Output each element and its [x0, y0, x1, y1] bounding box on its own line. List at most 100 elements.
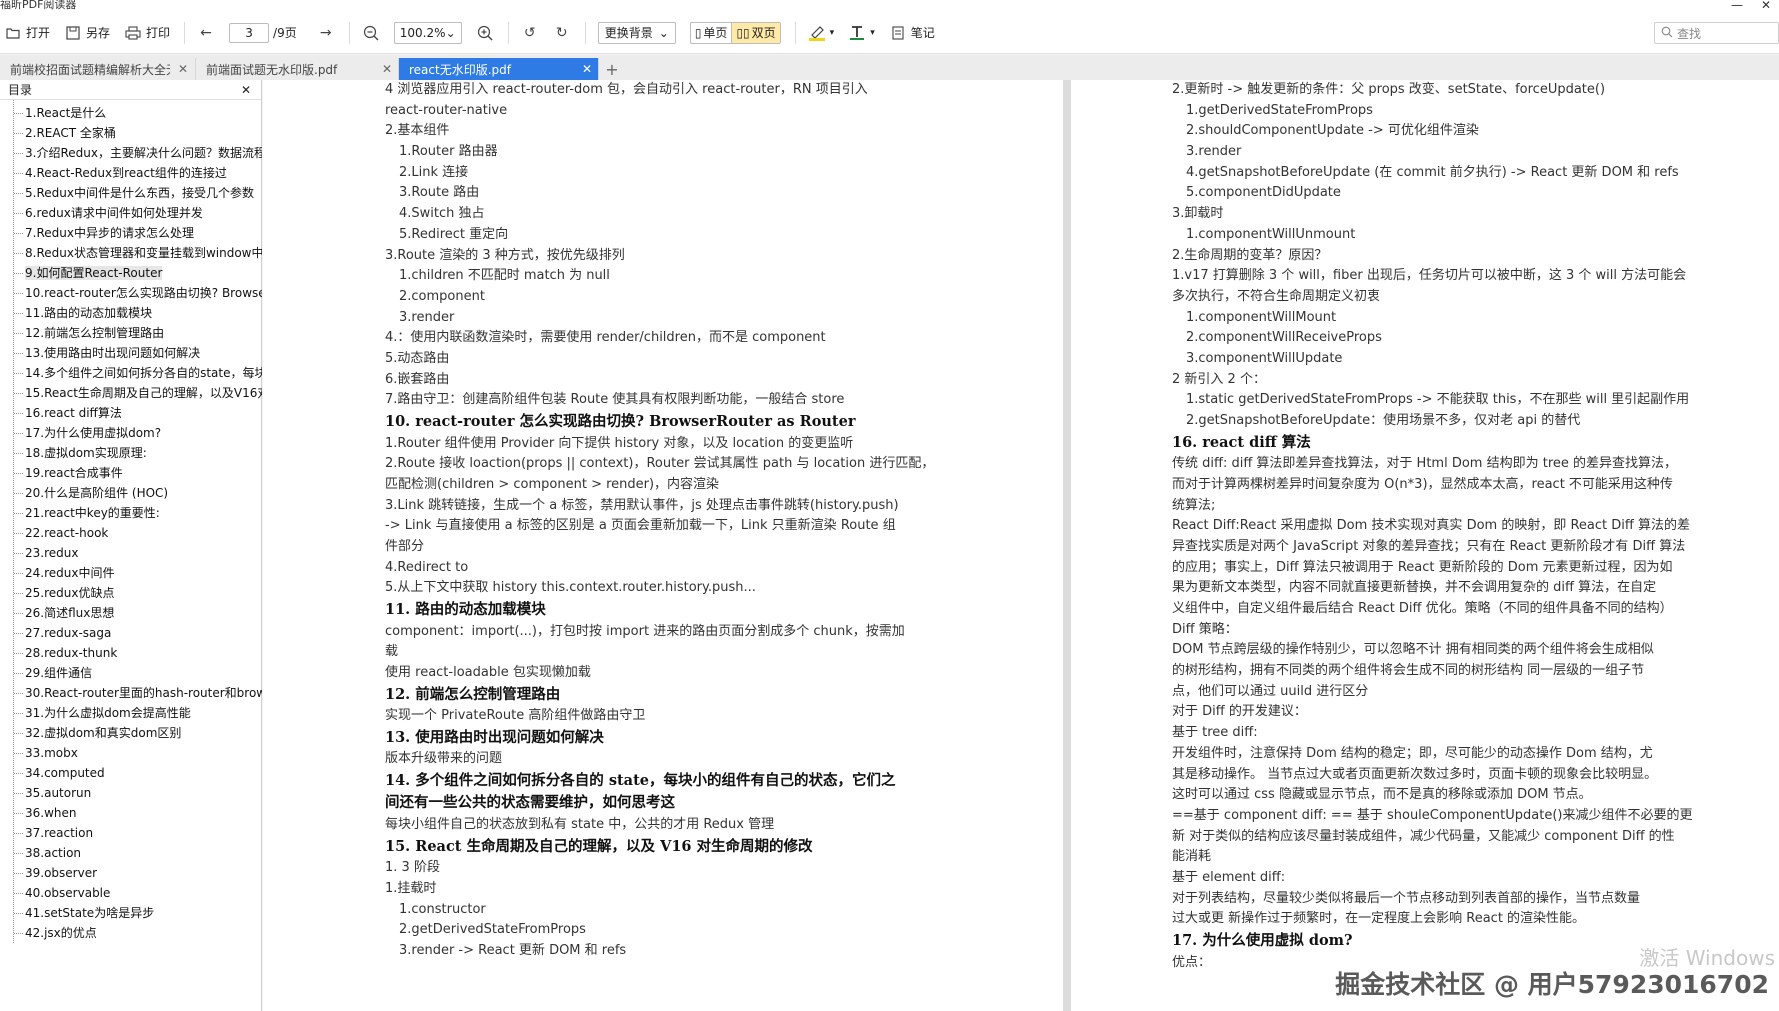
- save-icon: [64, 24, 82, 42]
- outline-item[interactable]: 35.autorun: [0, 783, 262, 803]
- rotate-left-button[interactable]: ↺: [521, 24, 539, 42]
- open-button[interactable]: 打开: [4, 24, 50, 42]
- pdf-page-right: 2.更新时 -> 触发更新的条件：父 props 改变、setState、for…: [1071, 80, 1779, 1011]
- outline-item-label: 42.jsx的优点: [25, 926, 97, 940]
- outline-item[interactable]: 34.computed: [0, 763, 262, 783]
- outline-item[interactable]: 22.react-hook: [0, 523, 262, 543]
- save-as-button[interactable]: 另存: [64, 24, 110, 42]
- outline-item-label: 39.observer: [25, 866, 98, 880]
- outline-item-label: 5.Redux中间件是什么东西，接受几个参数: [25, 186, 254, 200]
- outline-item[interactable]: 23.redux: [0, 543, 262, 563]
- outline-item[interactable]: 42.jsx的优点: [0, 923, 262, 943]
- outline-item[interactable]: 37.reaction: [0, 823, 262, 843]
- background-label: 更换背景: [604, 26, 653, 40]
- text-line: 果为更新文本类型，内容不同就直接更新替换，并不会调用复杂的 diff 算法，在自…: [1172, 580, 1657, 596]
- close-icon[interactable]: ✕: [178, 62, 188, 76]
- note-button[interactable]: 笔记: [889, 24, 935, 42]
- next-page-button[interactable]: →: [317, 24, 335, 42]
- outline-item[interactable]: 29.组件通信: [0, 663, 262, 683]
- outline-item[interactable]: 33.mobx: [0, 743, 262, 763]
- tab-document-1[interactable]: 前端校招面试题精编解析大全无水印版.pdf ✕: [0, 58, 196, 80]
- outline-item[interactable]: 32.虚拟dom和真实dom区别: [0, 723, 262, 743]
- close-icon[interactable]: ✕: [382, 62, 392, 76]
- outline-item[interactable]: 19.react合成事件: [0, 463, 262, 483]
- page-total-label: /9页: [273, 26, 297, 40]
- outline-item[interactable]: 5.Redux中间件是什么东西，接受几个参数: [0, 183, 262, 203]
- close-icon[interactable]: ✕: [241, 83, 251, 97]
- text-line: 义组件中，自定义组件最后结合 React Diff 优化。策略（不同的组件具备不…: [1172, 601, 1673, 616]
- outline-item[interactable]: 8.Redux状态管理器和变量挂载到window中: [0, 243, 262, 263]
- text-line: 1. 3 阶段: [385, 860, 440, 876]
- outline-item[interactable]: 14.多个组件之间如何拆分各自的state，每块: [0, 363, 262, 383]
- text-line: Diff 策略：: [1172, 621, 1238, 637]
- window-title: 福昕PDF阅读器: [0, 0, 77, 11]
- tab-label: 前端面试题无水印版.pdf: [206, 62, 338, 77]
- brand-watermark: 掘金技术社区 @ 用户57923016702: [1335, 970, 1769, 999]
- outline-item[interactable]: 18.虚拟dom实现原理:: [0, 443, 262, 463]
- search-input[interactable]: 查找: [1654, 22, 1779, 44]
- outline-item-label: 41.setState为啥是异步: [25, 906, 155, 920]
- outline-item-label: 21.react中key的重要性:: [25, 506, 160, 520]
- outline-item[interactable]: 15.React生命周期及自己的理解，以及V16对: [0, 383, 262, 403]
- outline-title: 目录: [8, 83, 33, 97]
- outline-item[interactable]: 12.前端怎么控制管理路由: [0, 323, 262, 343]
- outline-item-label: 37.reaction: [25, 826, 94, 840]
- tab-document-3[interactable]: react无水印版.pdf ✕: [399, 58, 599, 80]
- outline-item-label: 33.mobx: [25, 746, 78, 760]
- outline-item[interactable]: 10.react-router怎么实现路由切换? BrowserRouter: [0, 283, 262, 303]
- close-icon[interactable]: ✕: [582, 62, 592, 76]
- outline-item[interactable]: 41.setState为啥是异步: [0, 903, 262, 923]
- outline-item[interactable]: 25.redux优缺点: [0, 583, 262, 603]
- outline-item[interactable]: 4.React-Redux到react组件的连接过: [0, 163, 262, 183]
- outline-item[interactable]: 13.使用路由时出现问题如何解决: [0, 343, 262, 363]
- close-icon[interactable]: ✕: [1761, 0, 1771, 11]
- background-select[interactable]: 更换背景 ⌄: [597, 21, 676, 44]
- text-line: 5.Redirect 重定向: [399, 226, 509, 242]
- text-tool-button[interactable]: ▾: [848, 24, 875, 42]
- tab-document-2[interactable]: 前端面试题无水印版.pdf ✕: [196, 58, 399, 80]
- outline-item[interactable]: 39.observer: [0, 863, 262, 883]
- outline-item-label: 32.虚拟dom和真实dom区别: [25, 726, 182, 740]
- text-line: 2.基本组件: [385, 123, 450, 139]
- outline-item[interactable]: 21.react中key的重要性:: [0, 503, 262, 523]
- zoom-in-button[interactable]: [476, 24, 494, 42]
- double-page-button[interactable]: ▯▯ 双页: [731, 22, 780, 43]
- outline-item[interactable]: 17.为什么使用虚拟dom?: [0, 423, 262, 443]
- outline-item[interactable]: 16.react diff算法: [0, 403, 262, 423]
- outline-item-label: 1.React是什么: [25, 106, 107, 120]
- outline-item[interactable]: 1.React是什么: [0, 103, 262, 123]
- minimize-icon[interactable]: —: [1731, 0, 1743, 11]
- text-line: 而对于计算两棵树差异时间复杂度为 O(n*3)，显然成本太高，react 不可能…: [1172, 476, 1673, 492]
- outline-item[interactable]: 36.when: [0, 803, 262, 823]
- toolbar-divider: [184, 21, 186, 44]
- outline-item-label: 8.Redux状态管理器和变量挂载到window中: [25, 246, 262, 260]
- outline-item[interactable]: 38.action: [0, 843, 262, 863]
- new-tab-button[interactable]: +: [599, 58, 625, 80]
- rotate-right-button[interactable]: ↻: [553, 24, 571, 42]
- outline-item[interactable]: 3.介绍Redux，主要解决什么问题？数据流程: [0, 143, 262, 163]
- document-viewer[interactable]: 4 浏览器应用引入 react-router-dom 包，会自动引入 react…: [263, 80, 1779, 1011]
- outline-item[interactable]: 30.React-router里面的hash-router和browser: [0, 683, 262, 703]
- zoom-out-button[interactable]: [362, 24, 380, 42]
- outline-item[interactable]: 31.为什么虚拟dom会提高性能: [0, 703, 262, 723]
- double-page-icon: ▯▯: [736, 25, 750, 40]
- highlight-button[interactable]: ▾: [808, 24, 834, 42]
- page-number-input[interactable]: 3: [229, 22, 270, 43]
- outline-item[interactable]: 27.redux-saga: [0, 623, 262, 643]
- outline-item[interactable]: 2.REACT 全家桶: [0, 123, 262, 143]
- single-page-button[interactable]: ▯ 单页: [691, 23, 732, 43]
- outline-item[interactable]: 26.简述flux思想: [0, 603, 262, 623]
- outline-item-label: 27.redux-saga: [25, 626, 112, 640]
- zoom-select[interactable]: 100.2% ⌄: [393, 21, 462, 44]
- outline-item[interactable]: 28.redux-thunk: [0, 643, 262, 663]
- outline-item[interactable]: 7.Redux中异步的请求怎么处理: [0, 223, 262, 243]
- outline-item[interactable]: 40.observable: [0, 883, 262, 903]
- outline-item[interactable]: 20.什么是高阶组件 (HOC): [0, 483, 262, 503]
- outline-item[interactable]: 6.redux请求中间件如何处理并发: [0, 203, 262, 223]
- outline-item[interactable]: 24.redux中间件: [0, 563, 262, 583]
- previous-page-button[interactable]: ←: [197, 24, 215, 42]
- text-icon: [848, 24, 866, 42]
- outline-item[interactable]: 11.路由的动态加载模块: [0, 303, 262, 323]
- outline-item[interactable]: 9.如何配置React-Router: [0, 263, 262, 283]
- print-button[interactable]: 打印: [124, 24, 170, 42]
